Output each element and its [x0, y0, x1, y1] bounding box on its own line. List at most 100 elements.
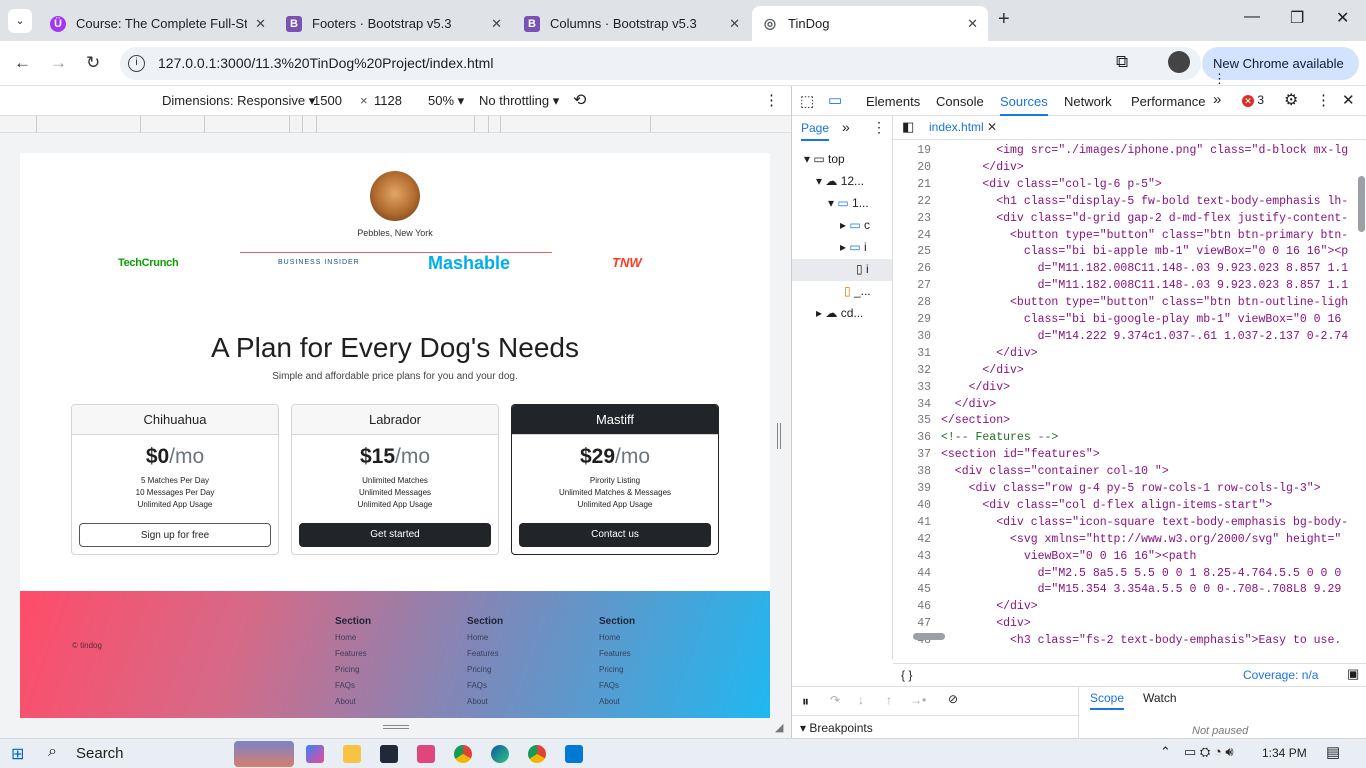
file-explorer-icon[interactable] [343, 745, 361, 763]
edge-icon[interactable] [491, 745, 509, 763]
taskbar-search[interactable]: Search [76, 745, 124, 762]
tree-item-file-selected[interactable]: ▯ i [792, 259, 892, 281]
resize-handle-right[interactable] [777, 423, 781, 449]
inspect-element-icon[interactable]: ⬚ [800, 92, 814, 110]
vscode-icon[interactable] [565, 745, 583, 763]
line-number[interactable]: 35 [893, 414, 931, 427]
extensions-icon[interactable]: ⧉ [1116, 52, 1128, 72]
tree-item-top[interactable]: ▾ ▭ top [804, 152, 845, 166]
more-options-icon[interactable]: ⋮ [764, 91, 779, 109]
footer-link[interactable]: FAQs [467, 681, 503, 697]
tray-chevron-icon[interactable]: ⌃ [1160, 744, 1171, 760]
sign-up-button[interactable]: Sign up for free [79, 523, 271, 547]
nav-menu-icon[interactable]: ⋮ [872, 119, 886, 136]
browser-tab-footers[interactable]: B Footers · Bootstrap v5.3 ✕ [276, 6, 512, 41]
line-number[interactable]: 37 [893, 448, 931, 461]
tree-item-folder[interactable]: ▾ ▭ 1... [828, 196, 869, 210]
resize-handle-bottom[interactable] [383, 725, 409, 729]
footer-link[interactable]: FAQs [599, 681, 635, 697]
tab-network[interactable]: Network [1064, 94, 1112, 109]
tree-item-folder[interactable]: ▸ ▭ c [840, 218, 870, 232]
footer-link[interactable]: About [599, 697, 635, 713]
rotate-icon[interactable]: ⟲ [573, 90, 586, 110]
footer-link[interactable]: Features [467, 649, 503, 665]
step-into-icon[interactable]: ↓ [858, 693, 864, 707]
close-icon[interactable]: ✕ [987, 120, 997, 134]
notification-icon[interactable]: ▤ [1326, 743, 1340, 761]
footer-link[interactable]: Home [467, 633, 503, 649]
tree-item-origin[interactable]: ▾ ☁ 12... [816, 174, 864, 188]
line-number[interactable]: 22 [893, 195, 931, 208]
copilot-icon[interactable] [306, 745, 324, 763]
search-icon[interactable]: ⌕ [48, 743, 57, 761]
tab-performance[interactable]: Performance [1131, 94, 1205, 109]
footer-link[interactable]: Pricing [599, 665, 635, 681]
deactivate-breakpoints-icon[interactable]: ⊘ [948, 692, 958, 706]
line-number[interactable]: 28 [893, 296, 931, 309]
height-input[interactable]: 1128 [374, 93, 402, 108]
back-icon[interactable]: ← [14, 53, 31, 73]
pause-icon[interactable]: ⏸ [802, 693, 809, 710]
line-number[interactable]: 41 [893, 516, 931, 529]
app-icon[interactable] [380, 745, 398, 763]
toggle-drawer-icon[interactable]: ▣ [1347, 666, 1359, 682]
address-bar[interactable]: i 127.0.0.1:3000/11.3%20TinDog%20Project… [120, 47, 1201, 80]
tab-sources[interactable]: Sources [1000, 94, 1048, 116]
close-icon[interactable]: ✕ [255, 16, 266, 32]
resize-corner[interactable]: ◢ [775, 721, 783, 734]
browser-tab-udemy[interactable]: Ü Course: The Complete Full-Stac ✕ [40, 6, 276, 41]
settings-gear-icon[interactable]: ⚙ [1284, 90, 1298, 110]
chrome-active-icon[interactable] [528, 745, 546, 763]
footer-link[interactable]: Pricing [335, 665, 371, 681]
step-icon[interactable]: →• [910, 693, 926, 707]
tab-search-button[interactable]: ⌄ [8, 9, 32, 33]
footer-link[interactable]: About [467, 697, 503, 713]
line-number[interactable]: 42 [893, 533, 931, 546]
width-input[interactable]: 1500 [313, 93, 342, 108]
line-number[interactable]: 29 [893, 313, 931, 326]
tree-item-cdn[interactable]: ▸ ☁ cd... [816, 306, 863, 320]
browser-tab-columns[interactable]: B Columns · Bootstrap v5.3 ✕ [514, 6, 750, 41]
footer-link[interactable]: FAQs [335, 681, 371, 697]
tab-console[interactable]: Console [936, 94, 984, 109]
line-number[interactable]: 26 [893, 262, 931, 275]
tree-item-folder[interactable]: ▸ ▭ i [840, 240, 867, 254]
horizontal-scrollbar[interactable] [913, 633, 945, 640]
tab-elements[interactable]: Elements [866, 94, 920, 109]
pretty-print-button[interactable]: { } [901, 668, 912, 682]
line-number[interactable]: 24 [893, 229, 931, 242]
reload-icon[interactable]: ↻ [86, 53, 100, 73]
restore-icon[interactable]: ❐ [1290, 8, 1304, 28]
line-number[interactable]: 19 [893, 144, 931, 157]
new-chrome-available-button[interactable]: New Chrome available ⋮ [1202, 47, 1359, 86]
breakpoints-header[interactable]: ▾ Breakpoints [792, 715, 1078, 735]
line-number[interactable]: 31 [893, 347, 931, 360]
line-number[interactable]: 45 [893, 583, 931, 596]
more-nav-icon[interactable]: » [842, 119, 850, 135]
close-icon[interactable]: ✕ [491, 16, 502, 32]
step-out-icon[interactable]: ↑ [886, 693, 892, 707]
landscape-widget-icon[interactable] [234, 741, 294, 767]
line-number[interactable]: 23 [893, 212, 931, 225]
file-tab-index-html[interactable]: index.html ✕ [929, 120, 997, 134]
footer-link[interactable]: Home [599, 633, 635, 649]
clock[interactable]: 1:34 PM [1262, 746, 1307, 760]
close-devtools-icon[interactable]: ✕ [1342, 91, 1355, 109]
browser-tab-tindog[interactable]: ◎ TinDog ✕ [752, 6, 988, 41]
vertical-scrollbar[interactable] [1358, 176, 1365, 232]
footer-link[interactable]: Home [335, 633, 371, 649]
toggle-navigator-icon[interactable]: ◧ [902, 119, 914, 135]
code-editor[interactable]: ◧ index.html ✕ 19 <img src="./images/iph… [893, 116, 1366, 659]
window-close-icon[interactable]: ✕ [1336, 8, 1349, 28]
line-number[interactable]: 47 [893, 617, 931, 630]
line-number[interactable]: 34 [893, 398, 931, 411]
footer-link[interactable]: Features [599, 649, 635, 665]
tab-scope[interactable]: Scope [1090, 691, 1125, 710]
minimize-icon[interactable]: — [1244, 8, 1260, 26]
line-number[interactable]: 20 [893, 161, 931, 174]
profile-avatar[interactable] [1168, 51, 1190, 73]
close-icon[interactable]: ✕ [967, 16, 978, 32]
line-number[interactable]: 39 [893, 482, 931, 495]
footer-link[interactable]: Features [335, 649, 371, 665]
line-number[interactable]: 38 [893, 465, 931, 478]
